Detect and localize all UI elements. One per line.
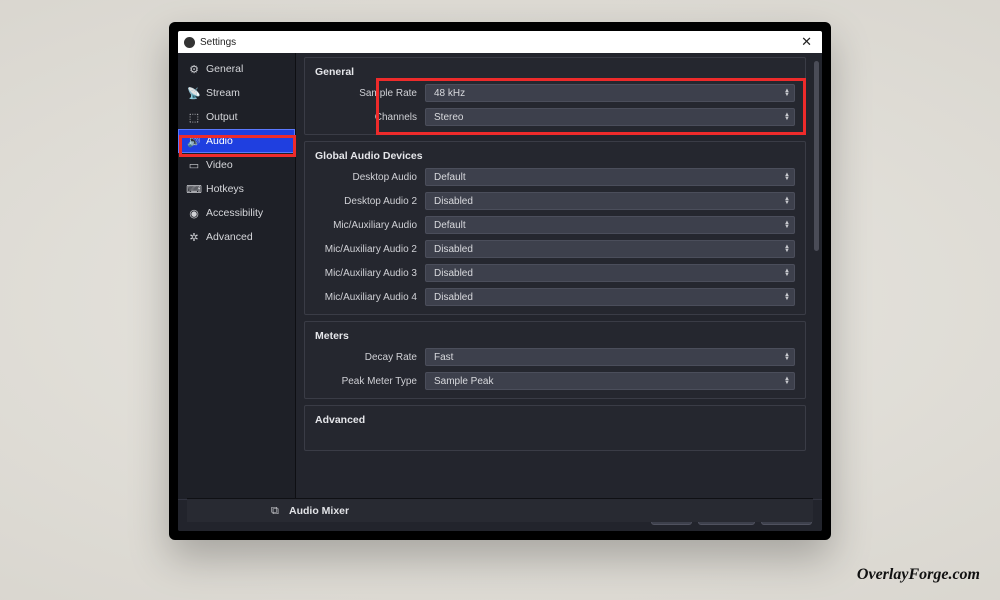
- close-icon[interactable]: ✕: [797, 34, 816, 50]
- spinner-icon: ▲▼: [784, 221, 790, 229]
- spinner-icon: ▲▼: [784, 293, 790, 301]
- select-value: Disabled: [434, 196, 473, 207]
- select-channels[interactable]: Stereo ▲▼: [425, 108, 795, 126]
- spinner-icon: ▲▼: [784, 377, 790, 385]
- select-mic-aux-3[interactable]: Disabled ▲▼: [425, 264, 795, 282]
- select-value: Default: [434, 172, 466, 183]
- dialog-body: ⚙ General 📡 Stream ⬚ Output 🔊 Audio ▭: [178, 53, 822, 499]
- audio-mixer-strip: ⧉ Audio Mixer: [187, 498, 813, 522]
- section-title: Meters: [315, 330, 795, 342]
- scrollbar-track[interactable]: [814, 61, 819, 491]
- speaker-icon: 🔊: [188, 135, 200, 147]
- select-value: Sample Peak: [434, 376, 493, 387]
- audio-mixer-label: Audio Mixer: [289, 505, 349, 517]
- select-value: 48 kHz: [434, 88, 465, 99]
- sidebar-item-label: Hotkeys: [206, 183, 244, 195]
- row-mic-aux-3: Mic/Auxiliary Audio 3 Disabled ▲▼: [315, 264, 795, 282]
- select-desktop-audio-2[interactable]: Disabled ▲▼: [425, 192, 795, 210]
- section-title: Global Audio Devices: [315, 150, 795, 162]
- select-peak-meter-type[interactable]: Sample Peak ▲▼: [425, 372, 795, 390]
- section-global-audio: Global Audio Devices Desktop Audio Defau…: [304, 141, 806, 315]
- window-title: Settings: [200, 37, 797, 48]
- label: Mic/Auxiliary Audio 3: [315, 268, 425, 279]
- row-desktop-audio-2: Desktop Audio 2 Disabled ▲▼: [315, 192, 795, 210]
- broadcast-icon: 📡: [188, 87, 200, 99]
- label-sample-rate: Sample Rate: [315, 88, 425, 99]
- window-frame: Settings ✕ ⚙ General 📡 Stream ⬚ Output 🔊: [169, 22, 831, 540]
- sidebar-item-audio[interactable]: 🔊 Audio: [178, 129, 295, 153]
- row-mic-aux: Mic/Auxiliary Audio Default ▲▼: [315, 216, 795, 234]
- select-mic-aux-4[interactable]: Disabled ▲▼: [425, 288, 795, 306]
- select-desktop-audio[interactable]: Default ▲▼: [425, 168, 795, 186]
- select-decay-rate[interactable]: Fast ▲▼: [425, 348, 795, 366]
- spinner-icon: ▲▼: [784, 197, 790, 205]
- sidebar-item-label: Stream: [206, 87, 240, 99]
- select-sample-rate[interactable]: 48 kHz ▲▼: [425, 84, 795, 102]
- select-value: Fast: [434, 352, 453, 363]
- select-value: Disabled: [434, 244, 473, 255]
- sidebar: ⚙ General 📡 Stream ⬚ Output 🔊 Audio ▭: [178, 53, 296, 499]
- sidebar-item-output[interactable]: ⬚ Output: [178, 105, 295, 129]
- titlebar: Settings ✕: [178, 31, 822, 53]
- sidebar-item-stream[interactable]: 📡 Stream: [178, 81, 295, 105]
- sidebar-item-general[interactable]: ⚙ General: [178, 57, 295, 81]
- watermark: OverlayForge.com: [857, 566, 980, 584]
- spinner-icon: ▲▼: [784, 269, 790, 277]
- row-decay-rate: Decay Rate Fast ▲▼: [315, 348, 795, 366]
- section-meters: Meters Decay Rate Fast ▲▼ Peak Meter Typ…: [304, 321, 806, 399]
- select-value: Default: [434, 220, 466, 231]
- sidebar-item-label: Output: [206, 111, 238, 123]
- main-scroll: General Sample Rate 48 kHz ▲▼ Channels S: [304, 57, 812, 495]
- row-mic-aux-4: Mic/Auxiliary Audio 4 Disabled ▲▼: [315, 288, 795, 306]
- gear-icon: ⚙: [188, 63, 200, 75]
- row-sample-rate: Sample Rate 48 kHz ▲▼: [315, 84, 795, 102]
- label: Desktop Audio 2: [315, 196, 425, 207]
- scrollbar-thumb[interactable]: [814, 61, 819, 251]
- label-channels: Channels: [315, 112, 425, 123]
- label: Mic/Auxiliary Audio 2: [315, 244, 425, 255]
- sidebar-item-label: Audio: [206, 135, 233, 147]
- spinner-icon: ▲▼: [784, 353, 790, 361]
- sidebar-item-advanced[interactable]: ✲ Advanced: [178, 225, 295, 249]
- row-peak-meter-type: Peak Meter Type Sample Peak ▲▼: [315, 372, 795, 390]
- label: Mic/Auxiliary Audio: [315, 220, 425, 231]
- keyboard-icon: ⌨: [188, 183, 200, 195]
- advanced-icon: ✲: [188, 231, 200, 243]
- dock-icon: ⧉: [271, 505, 283, 517]
- row-mic-aux-2: Mic/Auxiliary Audio 2 Disabled ▲▼: [315, 240, 795, 258]
- row-desktop-audio: Desktop Audio Default ▲▼: [315, 168, 795, 186]
- label: Mic/Auxiliary Audio 4: [315, 292, 425, 303]
- section-general: General Sample Rate 48 kHz ▲▼ Channels S: [304, 57, 806, 135]
- select-value: Stereo: [434, 112, 463, 123]
- select-value: Disabled: [434, 292, 473, 303]
- spinner-icon: ▲▼: [784, 113, 790, 121]
- select-mic-aux[interactable]: Default ▲▼: [425, 216, 795, 234]
- label: Decay Rate: [315, 352, 425, 363]
- label: Desktop Audio: [315, 172, 425, 183]
- sidebar-item-label: Advanced: [206, 231, 253, 243]
- section-title: Advanced: [315, 414, 795, 426]
- select-mic-aux-2[interactable]: Disabled ▲▼: [425, 240, 795, 258]
- sidebar-item-video[interactable]: ▭ Video: [178, 153, 295, 177]
- sidebar-item-label: General: [206, 63, 243, 75]
- label: Peak Meter Type: [315, 376, 425, 387]
- select-value: Disabled: [434, 268, 473, 279]
- row-channels: Channels Stereo ▲▼: [315, 108, 795, 126]
- app-window: Settings ✕ ⚙ General 📡 Stream ⬚ Output 🔊: [178, 31, 822, 531]
- spinner-icon: ▲▼: [784, 245, 790, 253]
- sidebar-item-label: Video: [206, 159, 233, 171]
- sidebar-item-accessibility[interactable]: ◉ Accessibility: [178, 201, 295, 225]
- obs-logo-icon: [184, 37, 195, 48]
- monitor-icon: ▭: [188, 159, 200, 171]
- section-title: General: [315, 66, 795, 78]
- accessibility-icon: ◉: [188, 207, 200, 219]
- spinner-icon: ▲▼: [784, 89, 790, 97]
- main-pane: General Sample Rate 48 kHz ▲▼ Channels S: [296, 53, 822, 499]
- spinner-icon: ▲▼: [784, 173, 790, 181]
- output-icon: ⬚: [188, 111, 200, 123]
- section-advanced: Advanced: [304, 405, 806, 451]
- sidebar-item-hotkeys[interactable]: ⌨ Hotkeys: [178, 177, 295, 201]
- sidebar-item-label: Accessibility: [206, 207, 263, 219]
